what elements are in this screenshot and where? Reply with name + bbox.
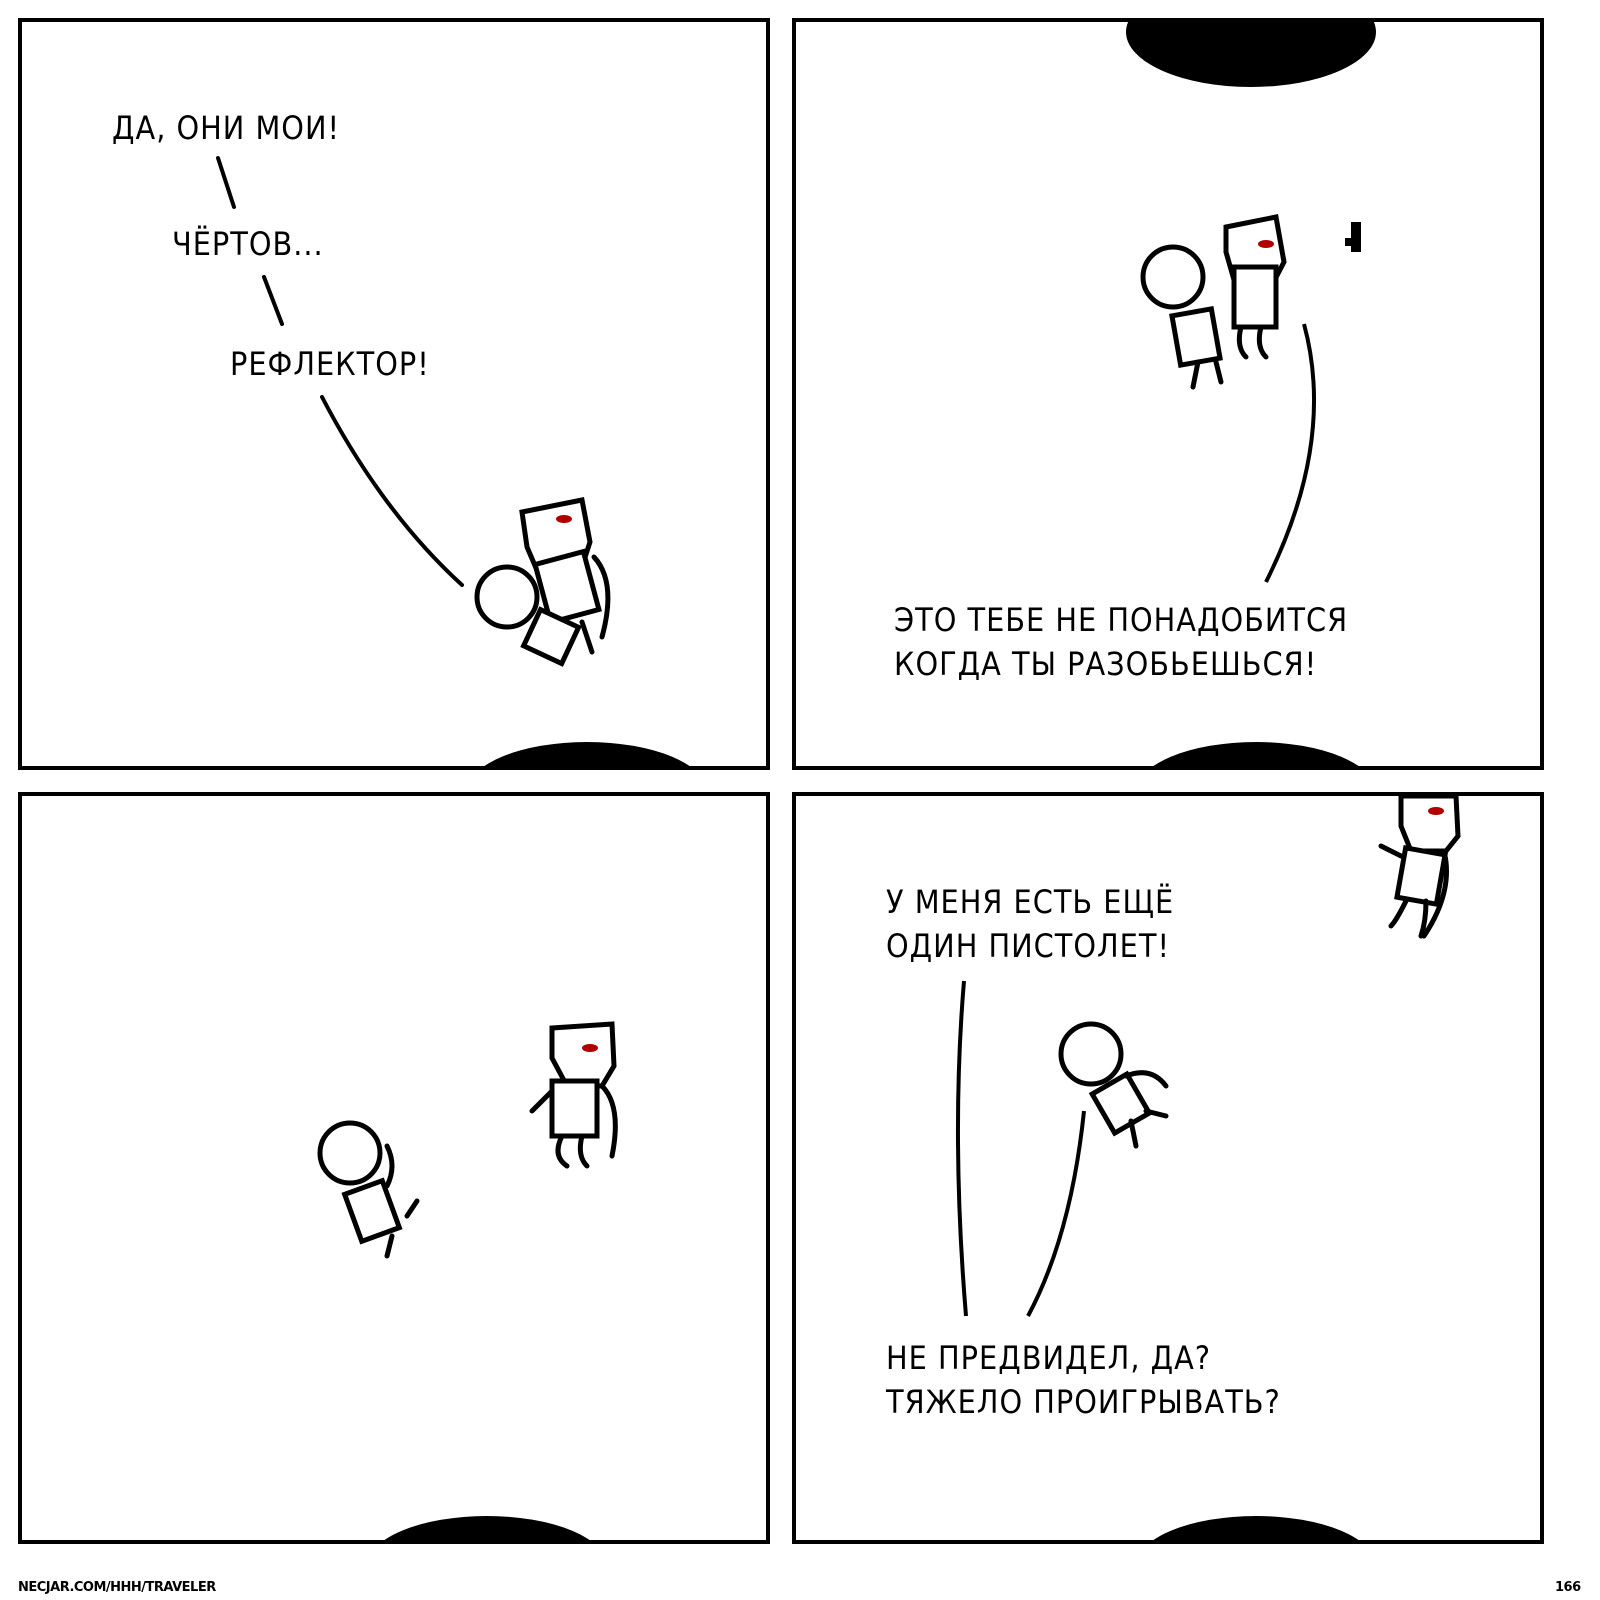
hole: [1126, 22, 1376, 87]
comic-panel-2: Это тебе не понадобится когда ты разобье…: [792, 18, 1544, 770]
hole: [1153, 742, 1359, 766]
speech-tail: [216, 156, 236, 209]
comic-panel-3: [18, 792, 770, 1544]
pistol-icon: [1345, 222, 1361, 252]
character-masked: [317, 1120, 420, 1259]
footer-site-credit: NECJAR.COM/HHH/TRAVELER: [18, 1580, 216, 1595]
hole: [1153, 1516, 1359, 1540]
speech-tail: [1026, 1110, 1086, 1317]
character-masked: [1058, 1021, 1169, 1149]
speech-tail: [955, 980, 968, 1317]
footer-page-number: 166: [1555, 1580, 1581, 1595]
characters-grappling: [474, 497, 611, 667]
speech-tail: [320, 395, 464, 587]
hole: [484, 742, 690, 766]
speech-tail: [262, 275, 284, 326]
comic-panel-4: У меня есть ещё один пистолет! Не предви…: [792, 792, 1544, 1544]
panel-3-art: [317, 1021, 618, 1540]
panel-1-art: [216, 156, 690, 766]
hole: [384, 1516, 590, 1540]
panel-4-art: [955, 796, 1461, 1540]
speech-tail: [1264, 323, 1316, 583]
comic-panel-1: Да, они мои! Чёртов... Рефлектор!: [18, 18, 770, 770]
character-robot: [529, 1021, 618, 1169]
panel-2-art: [1126, 22, 1376, 766]
character-robot: [1378, 796, 1461, 939]
